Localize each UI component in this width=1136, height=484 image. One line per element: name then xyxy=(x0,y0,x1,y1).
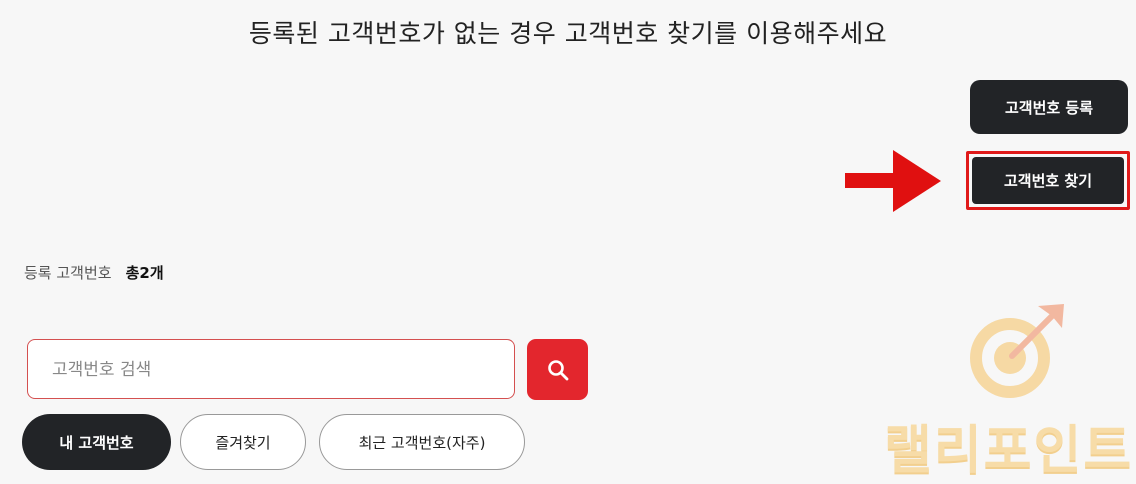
tab-my-numbers[interactable]: 내 고객번호 xyxy=(22,414,171,470)
registered-count-value: 총2개 xyxy=(125,264,164,282)
register-number-button[interactable]: 고객번호 등록 xyxy=(970,80,1128,134)
find-number-button[interactable]: 고객번호 찾기 xyxy=(972,157,1124,204)
search-field[interactable] xyxy=(27,339,515,400)
tab-favorites[interactable]: 즐겨찾기 xyxy=(180,414,306,470)
tab-recent-numbers[interactable]: 최근 고객번호(자주) xyxy=(319,414,525,470)
target-logo-icon xyxy=(970,304,1064,398)
find-number-highlight: 고객번호 찾기 xyxy=(966,151,1130,210)
registered-count-label: 등록 고객번호 xyxy=(24,264,112,282)
watermark: 랠리포인트 xyxy=(882,300,1131,481)
arrow-right-icon xyxy=(845,150,941,212)
search-icon xyxy=(547,359,568,380)
page-heading: 등록된 고객번호가 없는 경우 고객번호 찾기를 이용해주세요 xyxy=(248,19,888,48)
search-input[interactable] xyxy=(50,340,494,400)
watermark-text: 랠리포인트 xyxy=(884,421,1134,481)
search-button[interactable] xyxy=(527,339,588,400)
registered-count: 등록 고객번호 총2개 xyxy=(24,262,164,283)
